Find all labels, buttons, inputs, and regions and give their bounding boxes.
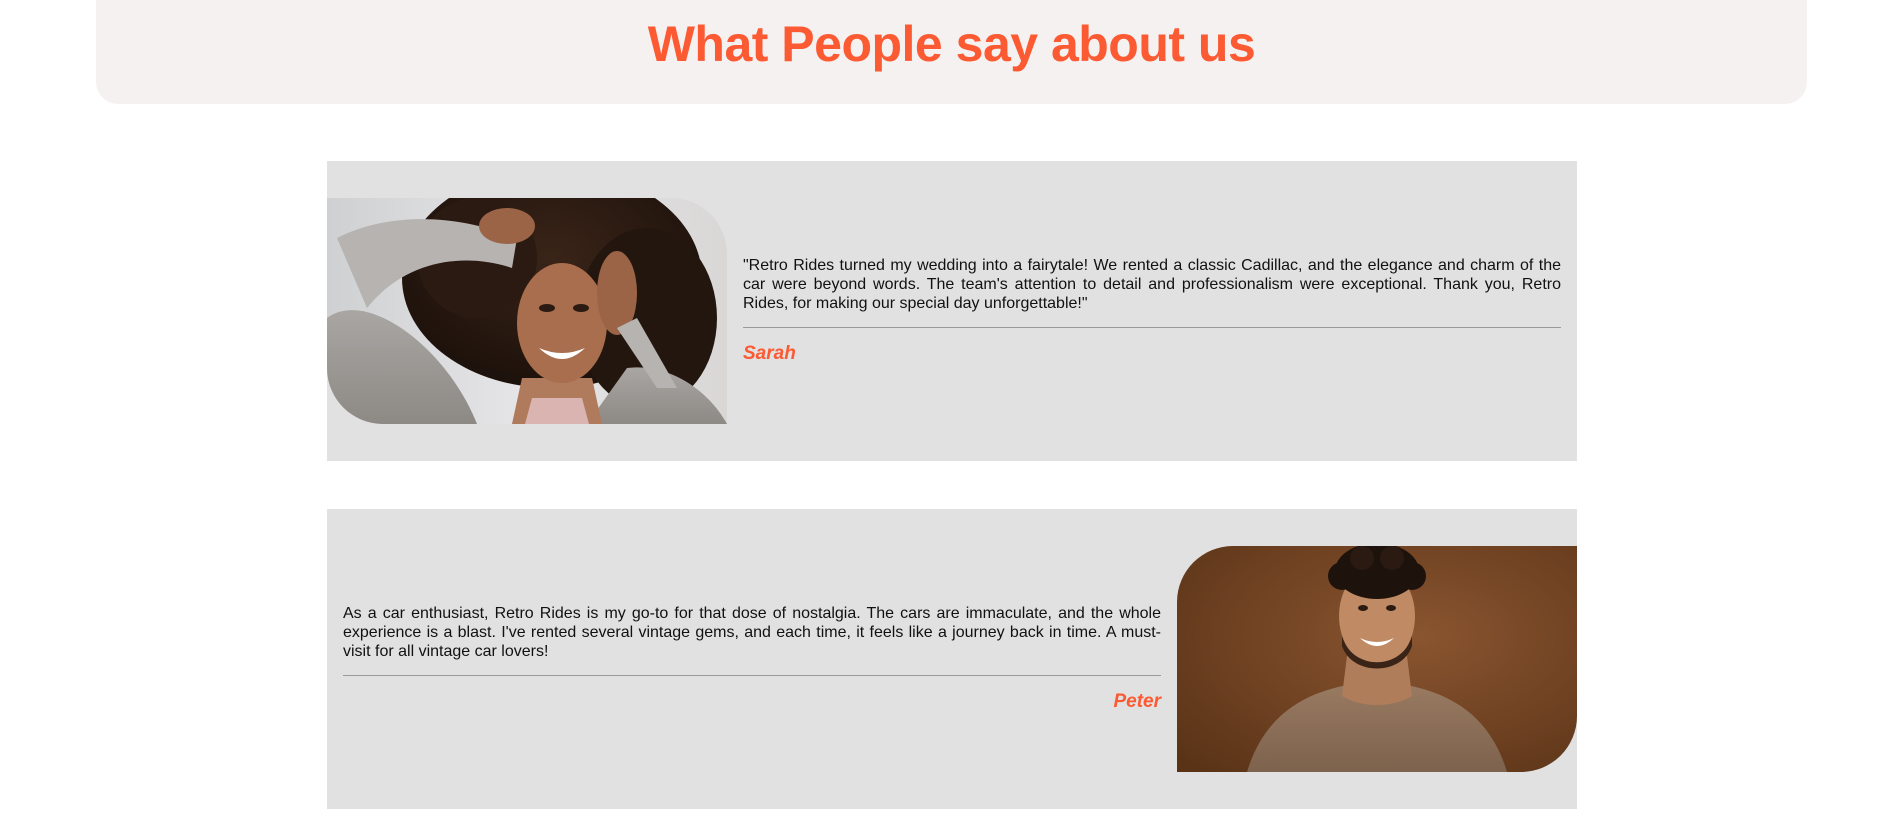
customer-photo-sarah xyxy=(327,198,727,424)
testimonial-content: As a car enthusiast, Retro Rides is my g… xyxy=(343,509,1161,809)
testimonial-author: Sarah xyxy=(743,343,796,364)
quote-divider xyxy=(343,675,1161,676)
woman-portrait-image xyxy=(327,198,727,424)
customer-photo-peter xyxy=(1177,546,1577,772)
testimonial-quote: "Retro Rides turned my wedding into a fa… xyxy=(743,257,1561,312)
testimonials-header: What People say about us xyxy=(96,0,1807,104)
testimonial-card-peter: As a car enthusiast, Retro Rides is my g… xyxy=(327,509,1577,809)
testimonial-content: "Retro Rides turned my wedding into a fa… xyxy=(743,161,1561,461)
man-portrait-image xyxy=(1177,546,1577,772)
page-title: What People say about us xyxy=(647,16,1256,72)
testimonial-card-sarah: "Retro Rides turned my wedding into a fa… xyxy=(327,161,1577,461)
testimonial-author: Peter xyxy=(1113,691,1161,712)
quote-divider xyxy=(743,327,1561,328)
testimonial-quote: As a car enthusiast, Retro Rides is my g… xyxy=(343,605,1161,660)
